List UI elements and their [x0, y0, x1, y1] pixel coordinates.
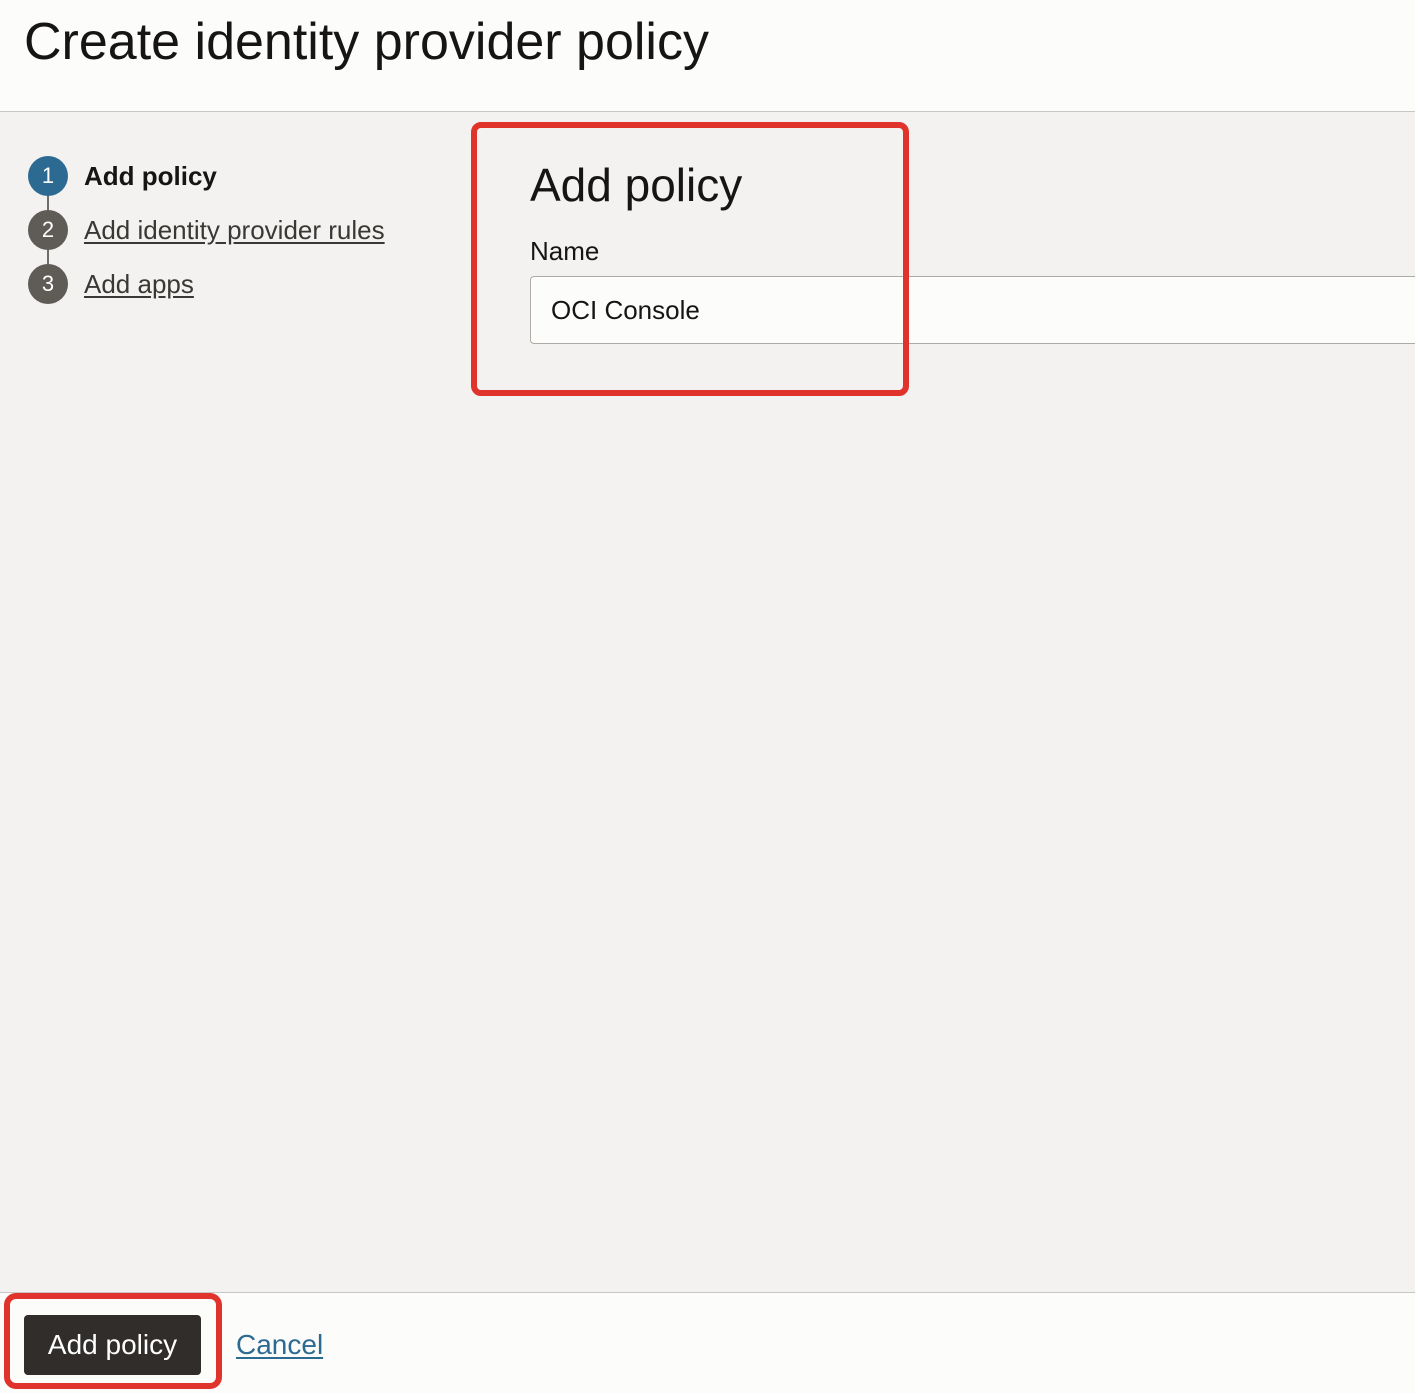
section-title: Add policy: [530, 159, 743, 211]
page-header: Create identity provider policy: [0, 0, 1415, 112]
step-add-apps[interactable]: 3 Add apps: [28, 264, 194, 304]
policy-name-input[interactable]: [530, 276, 1415, 344]
cancel-link[interactable]: Cancel: [236, 1329, 323, 1361]
step-label[interactable]: Add identity provider rules: [84, 215, 385, 246]
step-number-badge: 1: [28, 156, 68, 196]
page-title: Create identity provider policy: [24, 13, 709, 71]
step-add-policy[interactable]: 1 Add policy: [28, 156, 217, 196]
step-number-badge: 3: [28, 264, 68, 304]
step-number-badge: 2: [28, 210, 68, 250]
page-footer: Add policy Cancel: [0, 1292, 1415, 1393]
add-policy-button[interactable]: Add policy: [24, 1315, 201, 1375]
step-label[interactable]: Add apps: [84, 269, 194, 300]
name-field-label: Name: [530, 236, 600, 266]
step-add-identity-provider-rules[interactable]: 2 Add identity provider rules: [28, 210, 385, 250]
step-label: Add policy: [84, 160, 217, 191]
